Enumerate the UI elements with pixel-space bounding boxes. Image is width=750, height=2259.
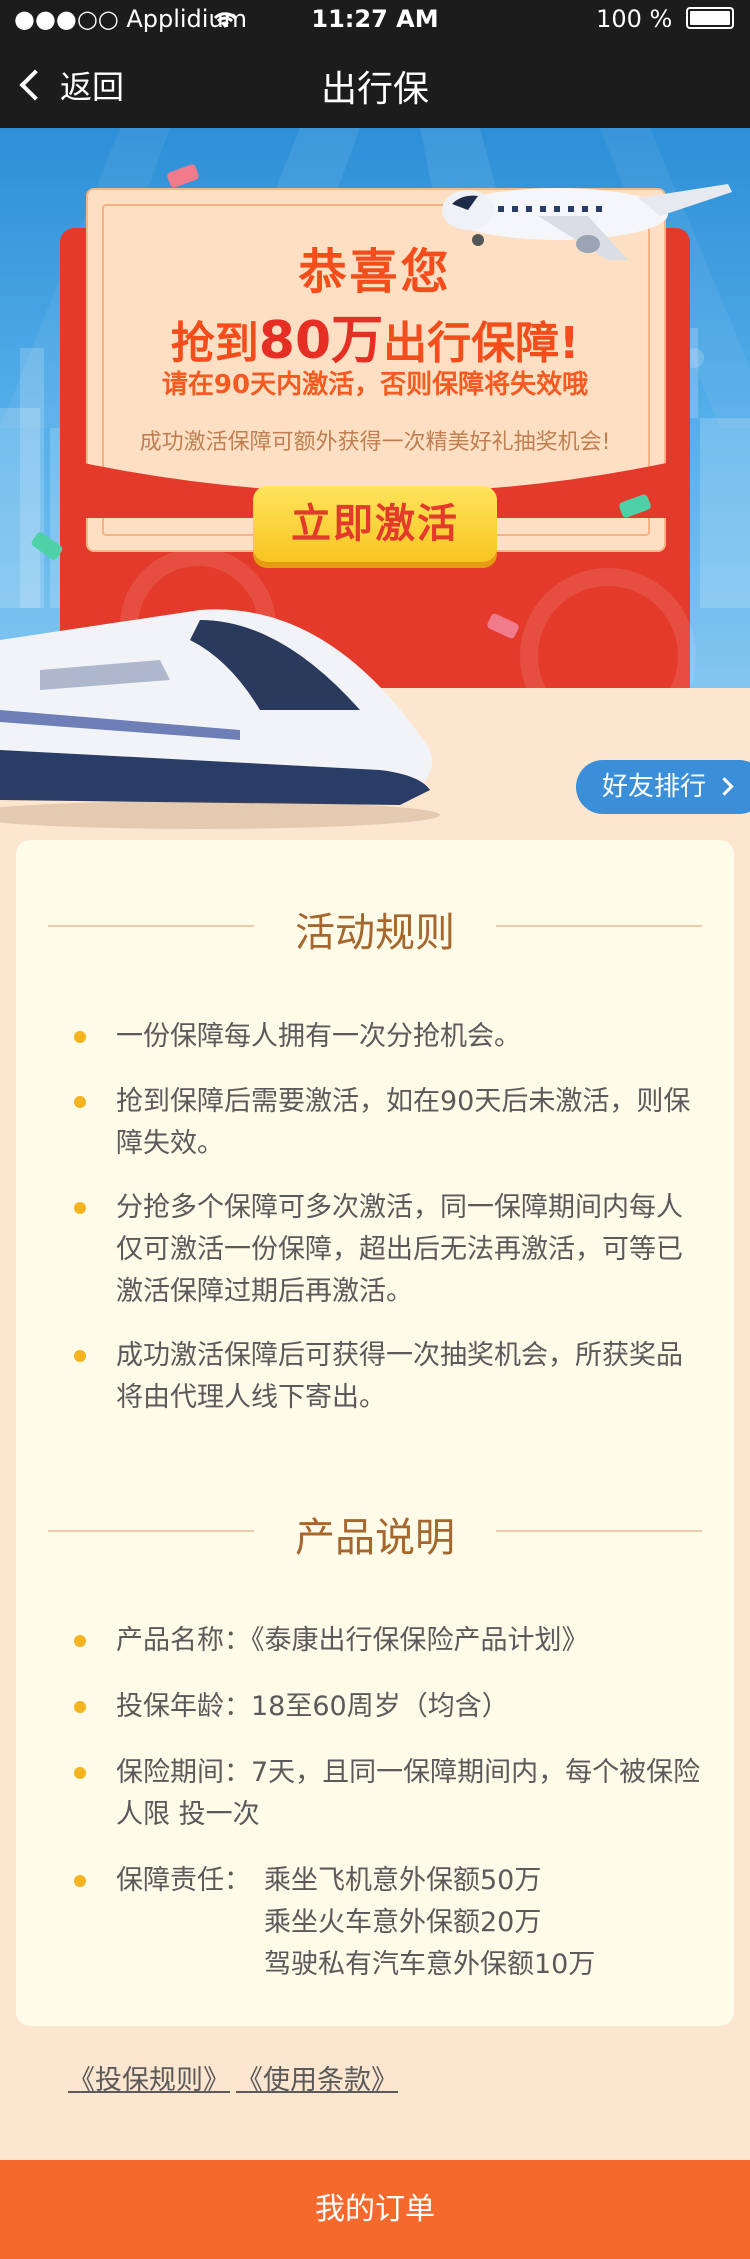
rule-item: 分抢多个保障可多次激活，同一保障期间内每人仅可激活一份保障，超出后无法再激活，可… <box>116 1192 683 1307</box>
bonus-text: 成功激活保障可额外获得一次精美好礼抽奖机会! <box>139 430 611 455</box>
battery-icon <box>686 7 734 29</box>
bullet-dot <box>74 1350 86 1362</box>
rule-item: 成功激活保障后可获得一次抽奖机会，所获奖品将由代理人线下寄出。 <box>116 1340 683 1413</box>
status-bar: ●●●○○ Applidium 11:27 AM 100 % <box>0 0 750 40</box>
wifi-icon <box>213 12 237 28</box>
activate-button[interactable]: 立即激活 <box>253 486 497 562</box>
bullet-dot <box>74 1031 86 1043</box>
prize-amount: 80万 <box>258 311 384 371</box>
airplane-illustration <box>442 184 732 260</box>
bullet-dot <box>74 1701 86 1713</box>
prize-headline: 抢到80万出行保障! <box>170 311 580 371</box>
terms-of-use-link[interactable]: 《使用条款》 <box>236 2058 398 2097</box>
insurance-rules-link[interactable]: 《投保规则》 <box>68 2058 230 2097</box>
product-name: 产品名称：《泰康出行保保险产品计划》 <box>116 1625 589 1656</box>
info-card: 活动规则 一份保障每人拥有一次分抢机会。 抢到保障后需要激活，如在90天后未激活… <box>16 840 734 2026</box>
bullet-dot <box>74 1635 86 1647</box>
battery-status: 100 % <box>596 5 734 33</box>
rules-title: 活动规则 <box>295 910 455 956</box>
bullet-dot <box>74 1875 86 1887</box>
activation-deadline-text: 请在90天内激活，否则保障将失效哦 <box>161 370 589 400</box>
divider <box>496 1530 702 1532</box>
product-age: 投保年龄：18至60周岁（均含） <box>116 1691 509 1722</box>
battery-percent: 100 % <box>596 5 673 33</box>
bullet-dot <box>74 1767 86 1779</box>
friend-ranking-button[interactable]: 好友排行 <box>576 760 750 814</box>
coverage-line: 驾驶私有汽车意外保额10万 <box>264 1949 596 1980</box>
coverage-line: 乘坐飞机意外保额50万 <box>264 1865 542 1896</box>
rule-item: 一份保障每人拥有一次分抢机会。 <box>116 1021 521 1052</box>
bullet-dot <box>74 1202 86 1214</box>
friend-ranking-label: 好友排行 <box>602 772 707 802</box>
page-title: 出行保 <box>320 69 429 110</box>
nav-bar: 返回 出行保 <box>0 40 750 128</box>
bullet-dot <box>74 1096 86 1108</box>
coverage-line: 乘坐火车意外保额20万 <box>264 1907 542 1938</box>
divider <box>496 925 702 927</box>
chevron-right-icon <box>715 777 734 796</box>
rule-item: 抢到保障后需要激活，如在90天后未激活，则保障失效。 <box>116 1086 691 1159</box>
product-period: 保险期间：7天，且同一保障期间内，每个被保险人限 投一次 <box>116 1757 701 1830</box>
my-orders-button[interactable]: 我的订单 <box>0 2160 750 2259</box>
train-illustration <box>0 609 440 829</box>
product-title: 产品说明 <box>295 1515 455 1561</box>
